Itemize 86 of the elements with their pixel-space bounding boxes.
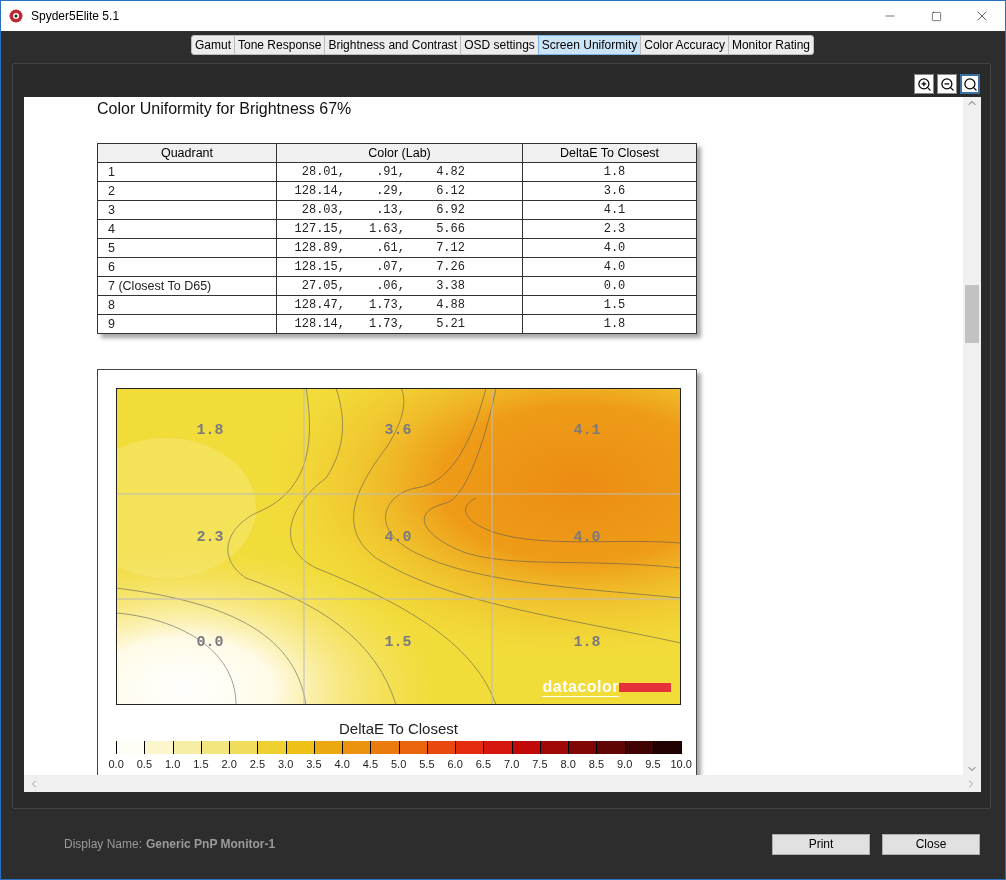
tab[interactable]: Screen Uniformity bbox=[537, 35, 642, 55]
scroll-thumb[interactable] bbox=[965, 285, 979, 343]
scale-tick-label: 8.0 bbox=[559, 758, 577, 770]
scale-tick-label: 8.5 bbox=[587, 758, 605, 770]
cell-value-label: 4.1 bbox=[573, 422, 601, 439]
table-cell: 127.15, 1.63, 5.66 bbox=[276, 219, 523, 239]
scale-tick-label: 2.5 bbox=[248, 758, 266, 770]
table-cell: 0.0 bbox=[522, 276, 697, 296]
scale-tick-label: 3.0 bbox=[276, 758, 295, 770]
legend-title: DeltaE To Closest bbox=[338, 720, 459, 737]
tab[interactable]: OSD settings bbox=[460, 35, 539, 55]
table-cell: 128.89, .61, 7.12 bbox=[276, 238, 523, 258]
maximize-icon bbox=[930, 10, 942, 22]
cell-value-label: 4.0 bbox=[384, 529, 412, 546]
horizontal-scrollbar[interactable] bbox=[24, 775, 981, 792]
table-cell: 8 bbox=[97, 295, 277, 315]
scale-tick-label: 6.5 bbox=[474, 758, 492, 770]
table-cell: 128.14, .29, 6.12 bbox=[276, 181, 523, 201]
table-cell: 4 bbox=[97, 219, 277, 239]
table-cell: 3 bbox=[97, 200, 277, 220]
cell-value-label: 4.0 bbox=[573, 529, 601, 546]
datacolor-logo: datacolor bbox=[542, 678, 671, 697]
scale-tick-label: 4.0 bbox=[333, 758, 351, 770]
cell-value-label: 3.6 bbox=[384, 422, 412, 439]
zoom-in-icon bbox=[916, 76, 932, 92]
scale-tick-label: 7.0 bbox=[502, 758, 521, 770]
table-cell: 128.14, 1.73, 5.21 bbox=[276, 314, 523, 334]
table-cell: 4.0 bbox=[522, 257, 697, 277]
table-cell: 27.05, .06, 3.38 bbox=[276, 276, 523, 296]
table-cell: 1.8 bbox=[522, 314, 697, 334]
table-cell: 128.47, 1.73, 4.88 bbox=[276, 295, 523, 315]
table-cell: 28.01, .91, 4.82 bbox=[276, 162, 523, 182]
print-button[interactable]: Print bbox=[772, 833, 870, 855]
cell-value-label: 0.0 bbox=[196, 634, 224, 651]
scale-tick-label: 0.0 bbox=[107, 758, 125, 770]
table-cell: 1 bbox=[97, 162, 277, 182]
table-cell: 7 (Closest To D65) bbox=[97, 276, 277, 296]
zoom-tool-button[interactable] bbox=[937, 74, 957, 94]
scale-tick-label: 5.0 bbox=[389, 758, 408, 770]
scale-tick-label: 1.0 bbox=[163, 758, 182, 770]
window-title: Spyder5Elite 5.1 bbox=[31, 9, 121, 23]
cell-value-label: 1.8 bbox=[573, 634, 601, 651]
zoom-tool-button[interactable] bbox=[914, 74, 934, 94]
tab[interactable]: Color Accuracy bbox=[640, 35, 729, 55]
scale-tick-label: 9.5 bbox=[644, 758, 662, 770]
scale-tick-label: 1.5 bbox=[192, 758, 210, 770]
scale-tick-label: 7.5 bbox=[531, 758, 549, 770]
scale-tick-label: 9.0 bbox=[615, 758, 634, 770]
scale-tick-label: 4.5 bbox=[361, 758, 379, 770]
table-cell: 1.8 bbox=[522, 162, 697, 182]
table-cell: 5 bbox=[97, 238, 277, 258]
tab[interactable]: Monitor Rating bbox=[727, 35, 814, 55]
scale-tick-label: 0.5 bbox=[135, 758, 153, 770]
table-cell: 2 bbox=[97, 181, 277, 201]
table-cell: 3.6 bbox=[522, 181, 697, 201]
table-cell: 2.3 bbox=[522, 219, 697, 239]
zoom-tool-button[interactable] bbox=[960, 74, 980, 94]
table-cell: 6 bbox=[97, 257, 277, 277]
app-logo-icon bbox=[9, 9, 23, 23]
close-dialog-button[interactable]: Close bbox=[882, 833, 980, 855]
magnifier-icon bbox=[962, 76, 978, 92]
column-header: Color (Lab) bbox=[276, 143, 523, 163]
tab[interactable]: Tone Response bbox=[234, 35, 326, 55]
vertical-scrollbar[interactable] bbox=[963, 97, 981, 775]
table-cell: 28.03, .13, 6.92 bbox=[276, 200, 523, 220]
table-cell: 4.0 bbox=[522, 238, 697, 258]
table-cell: 128.15, .07, 7.26 bbox=[276, 257, 523, 277]
cell-value-label: 1.8 bbox=[196, 422, 224, 439]
tab[interactable]: Gamut bbox=[191, 35, 235, 55]
table-cell: 4.1 bbox=[522, 200, 697, 220]
scale-tick-label: 2.0 bbox=[220, 758, 238, 770]
report-heading: Color Uniformity for Brightness 67% bbox=[96, 99, 353, 118]
display-name-label: Display Name: bbox=[64, 837, 143, 851]
column-header: DeltaE To Closest bbox=[522, 143, 697, 163]
cell-value-label: 1.5 bbox=[384, 634, 412, 651]
scale-tick-label: 3.5 bbox=[305, 758, 323, 770]
display-name-value: Generic PnP Monitor-1 bbox=[146, 837, 277, 851]
table-cell: 1.5 bbox=[522, 295, 697, 315]
scale-tick-label: 6.0 bbox=[446, 758, 464, 770]
scale-tick-label: 5.5 bbox=[418, 758, 436, 770]
zoom-out-icon bbox=[939, 76, 955, 92]
table-cell: 9 bbox=[97, 314, 277, 334]
column-header: Quadrant bbox=[97, 143, 277, 163]
cell-value-label: 2.3 bbox=[196, 529, 224, 546]
tab[interactable]: Brightness and Contrast bbox=[324, 35, 462, 55]
scale-tick-label: 10.0 bbox=[669, 758, 693, 770]
